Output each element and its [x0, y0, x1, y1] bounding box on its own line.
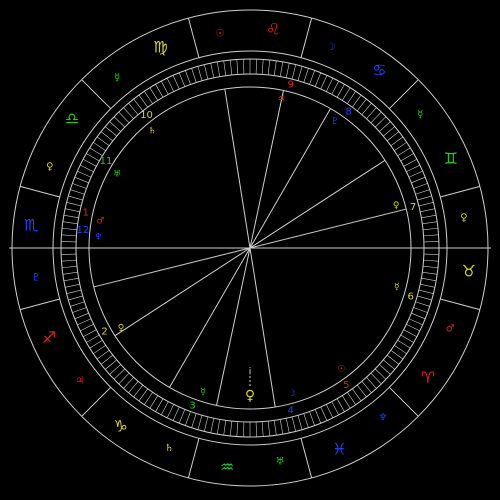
sign-ruler-icon: ♃	[75, 375, 84, 386]
sign-ruler-icon: ☽	[326, 42, 335, 53]
planet-marker: i	[249, 367, 252, 378]
house-ruler-icon: ♅	[113, 169, 121, 179]
sign-ruler-icon: ♀	[460, 212, 467, 223]
house-ruler-icon: ♇	[331, 117, 339, 127]
libra-sign-icon: ♎	[65, 109, 79, 128]
house-number-2: 2	[101, 327, 107, 338]
capricorn-sign-icon: ♑	[114, 416, 128, 435]
leo-sign-icon: ♌	[266, 20, 280, 39]
cancer-sign-icon: ♋	[372, 61, 386, 80]
house-ruler-icon: ☿	[200, 388, 206, 398]
sign-ruler-icon: ☿	[417, 110, 423, 121]
taurus-sign-icon: ♉	[462, 261, 476, 280]
house-ruler-icon: ♄	[148, 127, 156, 137]
house-number-7: 7	[410, 202, 416, 213]
house-number-11: 11	[100, 156, 113, 167]
sign-ruler-icon: ♆	[378, 413, 387, 424]
sign-ruler-icon: ♅	[276, 456, 285, 467]
pisces-sign-icon: ♓	[332, 439, 346, 458]
house-ruler-icon: ☽	[288, 389, 296, 399]
house-ruler-icon: ♀	[118, 324, 125, 334]
sign-ruler-icon: ♂	[446, 323, 455, 334]
house-ruler-icon: ☿	[394, 282, 400, 292]
house-number-10: 10	[140, 110, 153, 121]
sign-ruler-icon: ☉	[215, 29, 224, 40]
house-number-9: 9	[287, 79, 293, 90]
house-number-5: 5	[343, 380, 349, 391]
sign-ruler-icon: ♀	[46, 162, 53, 173]
scorpio-sign-icon: ♏	[24, 216, 38, 235]
house-ruler-icon: ☉	[337, 364, 345, 374]
house-number-8: 8	[346, 107, 352, 118]
house-number-1: 1	[82, 208, 88, 219]
house-number-6: 6	[407, 292, 413, 303]
venus-planet-icon: ♀	[245, 388, 255, 404]
astrology-chart-wheel: ♉ ♊ ♋ ♌ ♍ ♎ ♏ ♐ ♑ ♒ ♓ ♈ ♀ ☿ ☽ ☉ ☿ ♀ ♇ ♃ ♄ ♅ ♆ ♂ 1 ♂ 2 ♀ 3 ☿ 4 ☽ 5 ☉ 6 ☿ 7 ♀…	[0, 0, 500, 500]
sign-ruler-icon: ♇	[32, 273, 41, 284]
sign-ruler-icon: ☿	[114, 72, 120, 83]
sign-ruler-icon: ♄	[165, 443, 174, 454]
aries-sign-icon: ♈	[421, 368, 435, 387]
house-number-12: 12	[77, 225, 90, 236]
house-ruler-icon: ♀	[393, 201, 400, 211]
gemini-sign-icon: ♊	[444, 149, 458, 168]
house-ruler-icon: ♃	[278, 94, 286, 104]
house-ruler-icon: ♆	[94, 232, 102, 242]
sagittarius-sign-icon: ♐	[42, 328, 56, 347]
house-number-4: 4	[287, 406, 293, 417]
house-number-3: 3	[189, 400, 195, 411]
aquarius-sign-icon: ♒	[220, 457, 234, 476]
house-ruler-icon: ♂	[96, 217, 104, 227]
virgo-sign-icon: ♍	[153, 38, 167, 57]
